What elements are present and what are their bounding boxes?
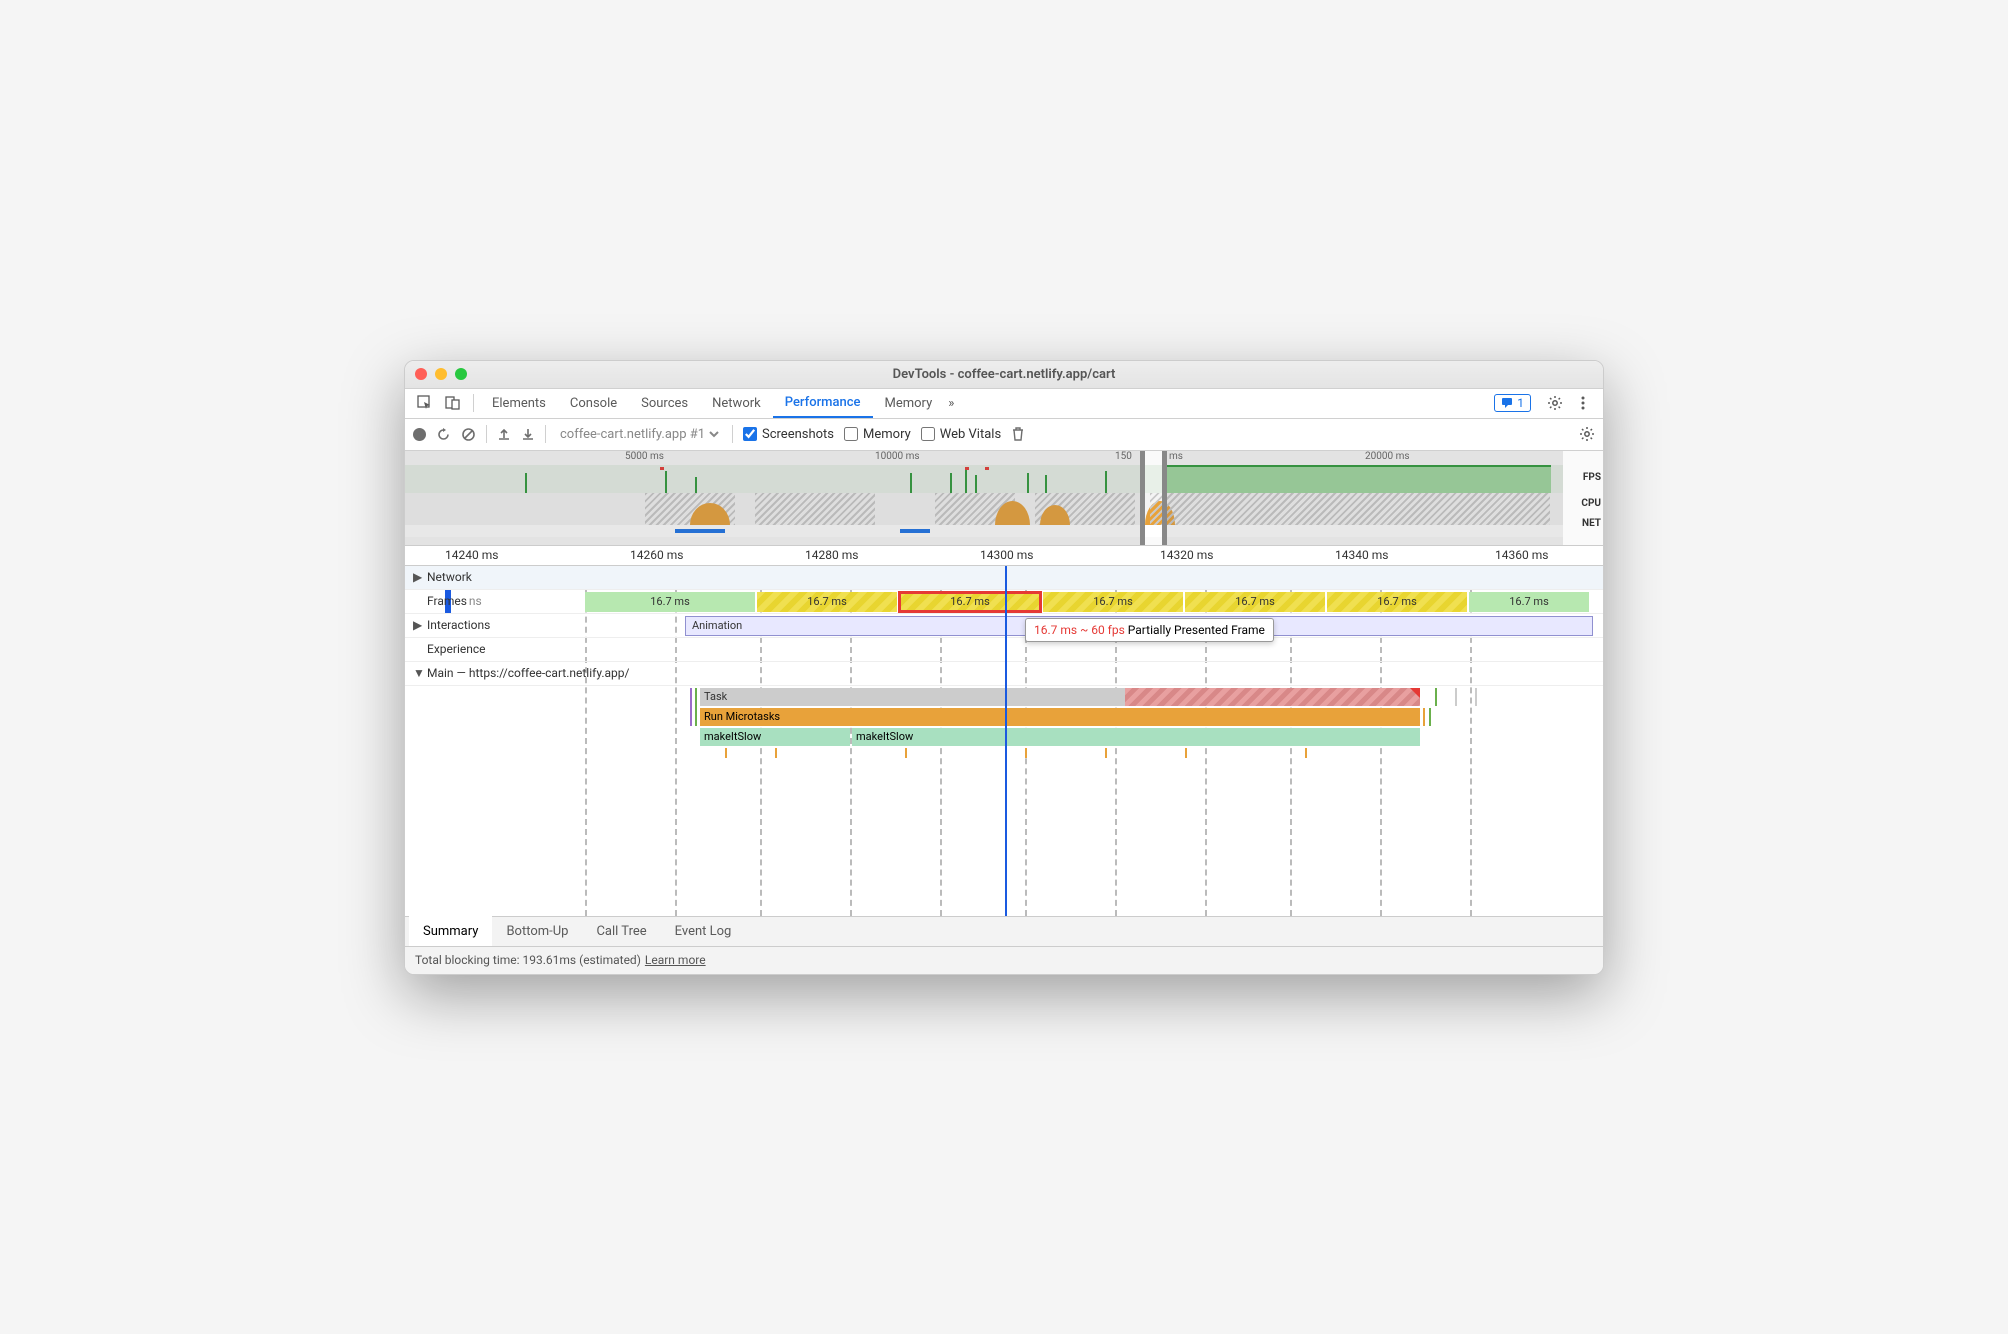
track-experience[interactable]: Experience	[405, 638, 1603, 662]
track-network[interactable]: ▶Network	[405, 566, 1603, 590]
delete-button[interactable]	[1011, 427, 1025, 441]
tab-bottomup[interactable]: Bottom-Up	[492, 916, 582, 946]
flame-makeitslow[interactable]: makeItSlow	[700, 728, 850, 746]
status-bar: Total blocking time: 193.61ms (estimated…	[405, 946, 1603, 974]
overview-handle-left[interactable]	[1140, 451, 1145, 545]
tab-summary[interactable]: Summary	[409, 916, 492, 946]
kebab-menu-icon[interactable]	[1571, 391, 1595, 415]
settings-icon[interactable]	[1543, 391, 1567, 415]
inspect-icon[interactable]	[413, 391, 437, 415]
flame-microtasks[interactable]: Run Microtasks	[700, 708, 1420, 726]
frame-tooltip: 16.7 ms ~ 60 fps Partially Presented Fra…	[1025, 618, 1274, 642]
track-area[interactable]: ▶Network Framesns 16.7 ms 16.7 ms 16.7 m…	[405, 566, 1603, 916]
flame-task-long[interactable]	[1125, 688, 1420, 706]
tab-console[interactable]: Console	[558, 388, 629, 418]
record-button[interactable]	[413, 428, 426, 441]
performance-toolbar: coffee-cart.netlify.app #1 Screenshots M…	[405, 419, 1603, 451]
clear-button[interactable]	[461, 427, 476, 442]
frame-item-selected[interactable]: 16.7 ms	[899, 592, 1041, 612]
profile-select[interactable]: coffee-cart.netlify.app #1	[556, 426, 722, 443]
webvitals-checkbox[interactable]: Web Vitals	[921, 427, 1001, 442]
track-frames[interactable]: Framesns 16.7 ms 16.7 ms 16.7 ms 16.7 ms…	[405, 590, 1603, 614]
details-tabs: Summary Bottom-Up Call Tree Event Log	[405, 916, 1603, 946]
overview-timeline[interactable]: 5000 ms 10000 ms 150 ms 20000 ms	[405, 451, 1603, 546]
frame-item[interactable]: 16.7 ms	[757, 592, 897, 612]
message-icon	[1501, 397, 1513, 409]
time-ruler: 14240 ms 14260 ms 14280 ms 14300 ms 1432…	[405, 546, 1603, 566]
window-title: DevTools - coffee-cart.netlify.app/cart	[405, 367, 1603, 382]
playhead[interactable]	[1005, 566, 1007, 916]
reload-record-button[interactable]	[436, 427, 451, 442]
learn-more-link[interactable]: Learn more	[645, 953, 706, 967]
download-button[interactable]	[521, 427, 535, 441]
device-toggle-icon[interactable]	[441, 391, 465, 415]
issues-badge[interactable]: 1	[1494, 394, 1531, 412]
track-main[interactable]: ▼Main — https://coffee-cart.netlify.app/	[405, 662, 1603, 686]
screenshots-checkbox[interactable]: Screenshots	[743, 427, 834, 442]
upload-button[interactable]	[497, 427, 511, 441]
tab-performance[interactable]: Performance	[773, 388, 873, 418]
warning-icon	[1410, 688, 1420, 698]
overview-handle-right[interactable]	[1162, 451, 1167, 545]
more-tabs-icon[interactable]: »	[948, 396, 954, 411]
capture-settings-icon[interactable]	[1579, 426, 1595, 442]
flame-makeitslow[interactable]: makeItSlow	[852, 728, 1420, 746]
frame-item[interactable]: 16.7 ms	[585, 592, 755, 612]
track-interactions[interactable]: ▶Interactions Animation	[405, 614, 1603, 638]
devtools-window: DevTools - coffee-cart.netlify.app/cart …	[404, 360, 1604, 975]
tab-sources[interactable]: Sources	[629, 388, 700, 418]
frame-item[interactable]: 16.7 ms	[1185, 592, 1325, 612]
tab-eventlog[interactable]: Event Log	[661, 916, 746, 946]
tab-network[interactable]: Network	[700, 388, 773, 418]
frame-item[interactable]: 16.7 ms	[1469, 592, 1589, 612]
panel-tabs: Elements Console Sources Network Perform…	[405, 389, 1603, 419]
frame-item[interactable]: 16.7 ms	[1327, 592, 1467, 612]
memory-checkbox[interactable]: Memory	[844, 427, 911, 442]
frame-item[interactable]: 16.7 ms	[1043, 592, 1183, 612]
titlebar: DevTools - coffee-cart.netlify.app/cart	[405, 361, 1603, 389]
tab-memory[interactable]: Memory	[873, 388, 945, 418]
tab-elements[interactable]: Elements	[480, 388, 558, 418]
tab-calltree[interactable]: Call Tree	[582, 916, 660, 946]
